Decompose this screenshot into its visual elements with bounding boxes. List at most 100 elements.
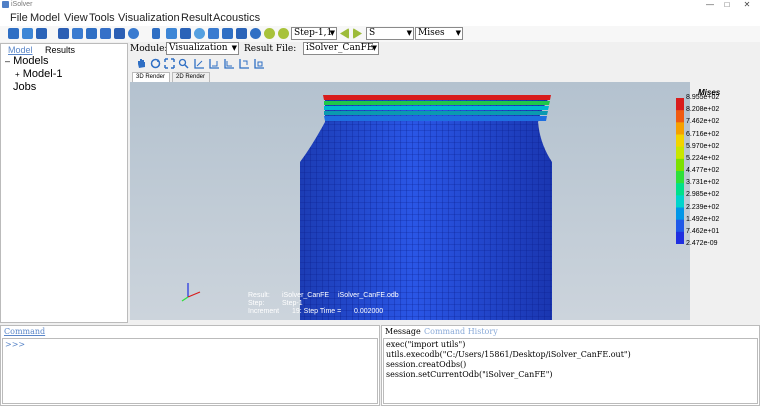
window-title: iSolver xyxy=(11,1,33,8)
app-window: iSolver — □ ✕ File Model View Tools Visu… xyxy=(0,0,760,406)
mesh-icon[interactable] xyxy=(152,28,160,39)
pan-hand-icon[interactable] xyxy=(136,58,147,69)
command-console[interactable]: >>> xyxy=(2,338,378,404)
tab-2d-render[interactable]: 2D Render xyxy=(172,72,210,82)
zoom-box-icon[interactable] xyxy=(178,58,189,69)
message-log: exec("import utils") utils.execodb("C:/U… xyxy=(383,338,758,404)
sketch-icon[interactable] xyxy=(194,28,205,39)
module-select[interactable]: Visualization ▼ xyxy=(166,42,239,55)
info-result-row: Result: iSolver_CanFE iSolver_CanFE.odb xyxy=(248,292,399,300)
legend-label: 7.462e+02 xyxy=(686,118,720,126)
tab-model[interactable]: Model xyxy=(8,45,33,55)
legend-label: 4.477e+02 xyxy=(686,167,720,174)
tab-command-history[interactable]: Command History xyxy=(424,327,498,337)
info-step-row: Step: Step-1 xyxy=(248,300,303,308)
result-file-select[interactable]: iSolver_CanFE ▼ xyxy=(303,42,379,55)
tree-item-label: Model-1 xyxy=(22,68,63,80)
tree-item-label: Models xyxy=(13,55,49,67)
view-iso-icon[interactable] xyxy=(254,58,265,69)
menu-view[interactable]: View xyxy=(64,11,88,25)
legend-label: 1.492e+02 xyxy=(686,215,720,223)
job-icon[interactable] xyxy=(166,28,177,39)
tab-3d-render[interactable]: 3D Render xyxy=(132,72,170,82)
view-front-icon[interactable] xyxy=(194,58,205,69)
stress-band-blue xyxy=(324,116,547,121)
fem-model xyxy=(181,95,552,320)
chevron-down-icon: ▼ xyxy=(371,44,377,52)
tree-item-model-1[interactable]: + Model-1 xyxy=(15,68,62,81)
expand-icon[interactable]: + xyxy=(15,70,20,79)
new-file-icon[interactable] xyxy=(8,28,19,39)
step-select[interactable]: Step-1,1 ▼ xyxy=(291,27,337,40)
title-bar: iSolver — □ ✕ xyxy=(0,0,760,10)
tab-results[interactable]: Results xyxy=(45,45,75,55)
property-icon[interactable] xyxy=(72,28,83,39)
legend-label: 7.462e+01 xyxy=(686,227,720,235)
render-viewport[interactable]: Result: iSolver_CanFE iSolver_CanFE.odb … xyxy=(130,82,690,320)
app-logo-icon xyxy=(2,1,9,8)
menu-acoustics[interactable]: Acoustics xyxy=(213,11,260,25)
menu-visualization[interactable]: Visualization xyxy=(118,11,180,25)
interaction-icon[interactable] xyxy=(114,28,125,39)
collapse-icon[interactable]: – xyxy=(5,56,10,66)
menu-result[interactable]: Result xyxy=(181,11,212,25)
legend-label: 8.208e+02 xyxy=(686,106,720,114)
legend-band xyxy=(676,231,684,244)
view-tabs: 3D Render 2D Render xyxy=(132,72,432,82)
legend-color-bar xyxy=(676,98,684,244)
open-folder-icon[interactable] xyxy=(22,28,33,39)
tab-message[interactable]: Message xyxy=(385,327,421,337)
view-left-icon[interactable] xyxy=(224,58,235,69)
legend-label: 2.985e+02 xyxy=(686,191,720,199)
main-toolbar: Step-1,1 ▼ S ▼ Mises ▼ xyxy=(0,26,760,42)
legend-label: 8.955e+02 xyxy=(686,94,720,101)
copy-icon[interactable] xyxy=(236,28,247,39)
part-icon[interactable] xyxy=(58,28,69,39)
command-panel: Command >>> xyxy=(0,325,380,406)
module-bar: Module: Visualization ▼ Result File: iSo… xyxy=(129,42,760,56)
model-tree-panel: Model Results – Models + Model-1 Jobs xyxy=(0,43,128,323)
menu-file[interactable]: File xyxy=(10,11,28,25)
maximize-button[interactable]: □ xyxy=(720,0,734,10)
view-top-icon[interactable] xyxy=(209,58,220,69)
tree-item-models[interactable]: – Models xyxy=(5,55,49,68)
stress-band-cyan xyxy=(324,106,549,110)
chevron-down-icon: ▼ xyxy=(455,29,461,37)
cut-icon[interactable] xyxy=(222,28,233,39)
result-file-label: Result File: xyxy=(244,44,297,54)
legend-band xyxy=(676,158,684,172)
invariant-select[interactable]: Mises ▼ xyxy=(415,27,463,40)
message-line: session.creatOdbs() xyxy=(386,360,467,369)
message-line: session.setCurrentOdb("iSolver_CanFE") xyxy=(386,370,553,379)
pause-icon[interactable] xyxy=(278,28,289,39)
menu-tools[interactable]: Tools xyxy=(89,11,115,25)
visualization-icon[interactable] xyxy=(180,28,191,39)
info-increment-label: Increment xyxy=(248,308,280,315)
load-icon[interactable] xyxy=(128,28,139,39)
next-frame-icon[interactable] xyxy=(353,28,362,39)
play-icon[interactable] xyxy=(264,28,275,39)
close-button[interactable]: ✕ xyxy=(740,0,754,10)
assembly-icon[interactable] xyxy=(86,28,97,39)
legend-label: 5.970e+02 xyxy=(686,142,720,150)
contour-legend: Mises 8.955e+02 8.208e+02 7.462e+02 6.716e+… xyxy=(676,88,760,250)
step-icon[interactable] xyxy=(100,28,111,39)
tab-command[interactable]: Command xyxy=(4,327,45,337)
output-variable-select[interactable]: S ▼ xyxy=(366,27,414,40)
stress-band-red xyxy=(323,95,551,100)
previous-frame-icon[interactable] xyxy=(340,28,349,39)
rotate-icon[interactable] xyxy=(150,58,161,69)
info-increment-row: Increment 19: Step Time = 0.002000 xyxy=(248,308,383,316)
legend-band xyxy=(676,122,684,135)
save-icon[interactable] xyxy=(36,28,47,39)
fit-view-icon[interactable] xyxy=(164,58,175,69)
menu-model[interactable]: Model xyxy=(30,11,60,25)
info-icon[interactable] xyxy=(250,28,261,39)
invariant-value: Mises xyxy=(418,28,445,38)
chevron-down-icon: ▼ xyxy=(231,44,237,52)
view-right-icon[interactable] xyxy=(239,58,250,69)
select-icon[interactable] xyxy=(208,28,219,39)
minimize-button[interactable]: — xyxy=(703,0,717,10)
legend-label: 3.731e+02 xyxy=(686,179,720,187)
tree-item-jobs[interactable]: Jobs xyxy=(13,81,36,94)
